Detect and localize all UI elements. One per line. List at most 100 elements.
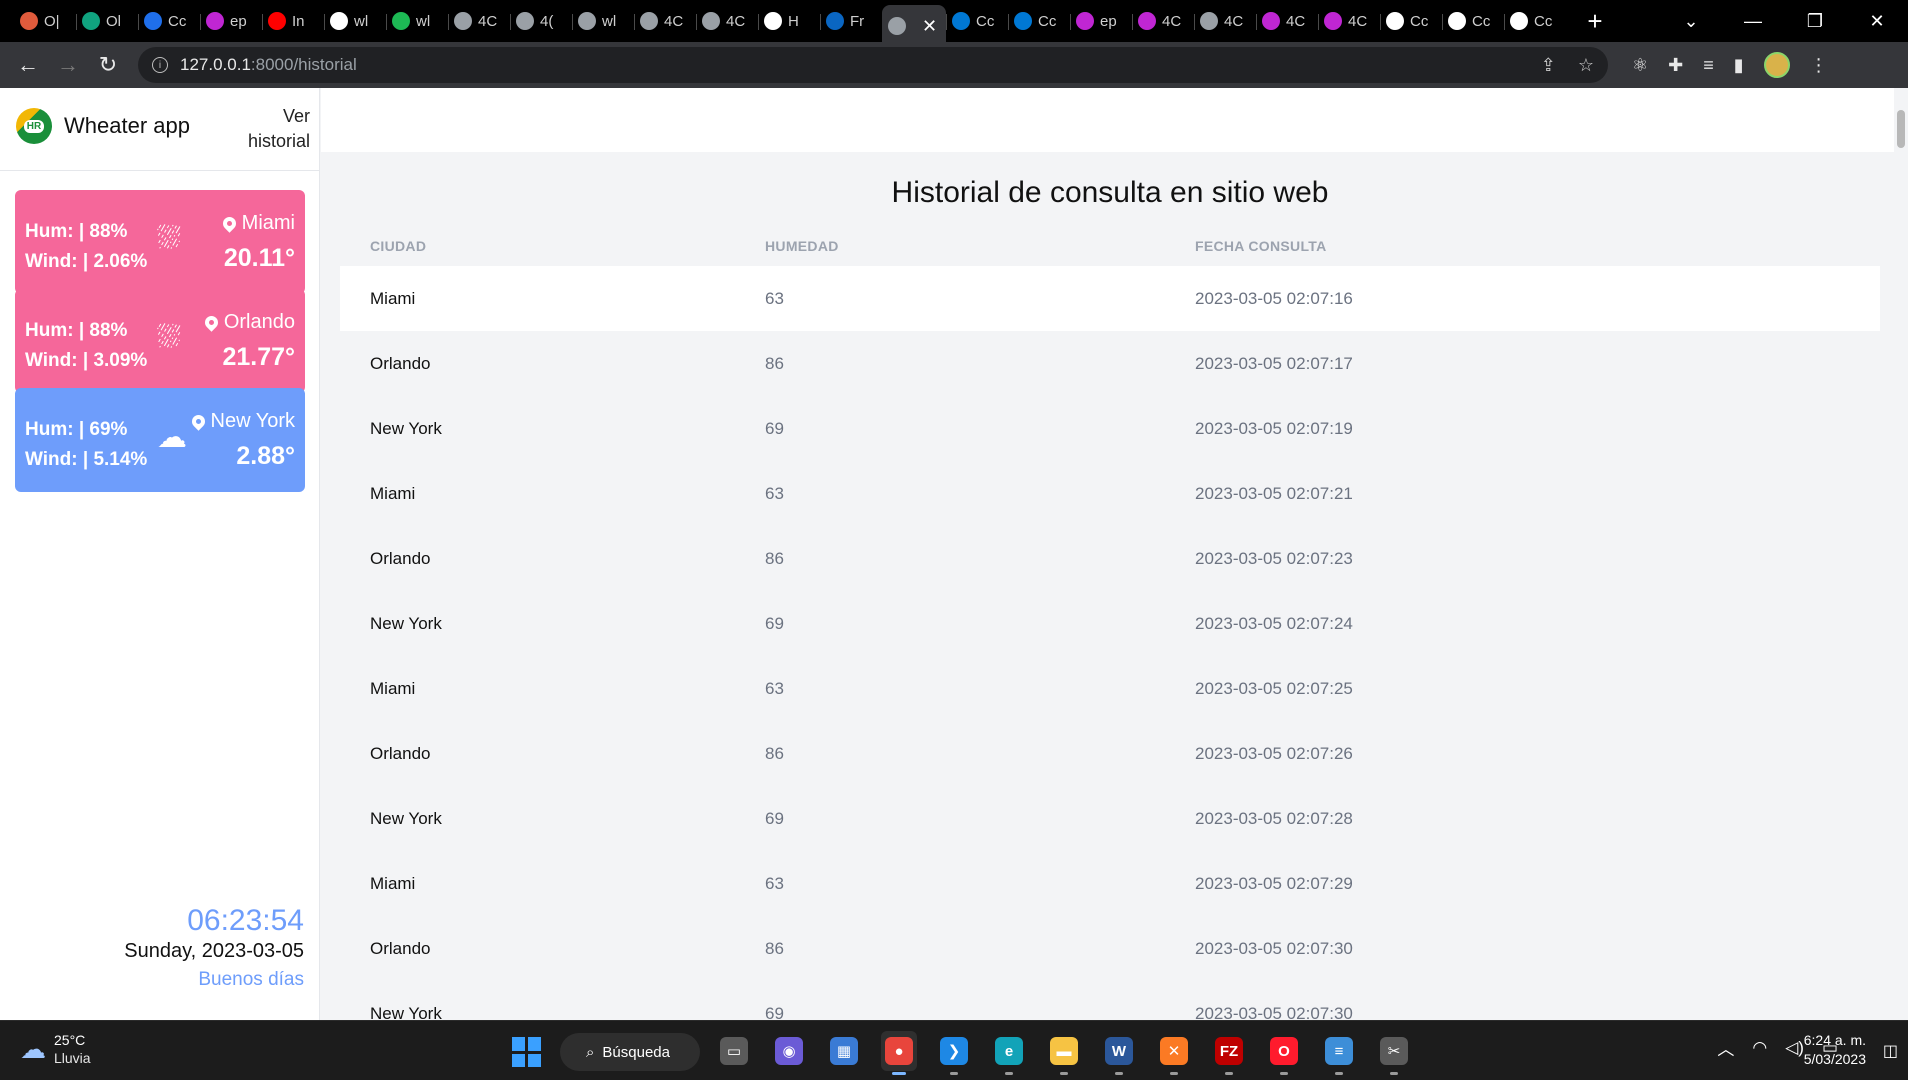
browser-tab[interactable]: 4C (1132, 5, 1194, 37)
taskbar-app[interactable]: ● (881, 1031, 917, 1075)
reload-icon[interactable]: ↻ (88, 52, 128, 78)
cell-city: Orlando (370, 353, 431, 373)
gear-icon (1510, 12, 1528, 30)
taskbar-app[interactable]: W (1101, 1031, 1137, 1075)
taskbar-app[interactable]: ◉ (771, 1031, 807, 1071)
taskbar-app[interactable]: ✂ (1376, 1031, 1412, 1075)
chevron-up-icon[interactable]: ︿ (1717, 1035, 1734, 1060)
browser-tab[interactable]: wl (386, 5, 448, 37)
browser-tab[interactable]: Cc (946, 5, 1008, 37)
browser-tab[interactable]: O| (14, 5, 76, 37)
running-indicator (950, 1072, 958, 1075)
bookmark-star-icon[interactable]: ☆ (1578, 55, 1594, 76)
browser-tab[interactable]: 4C (696, 5, 758, 37)
browser-tab[interactable]: 4C (1194, 5, 1256, 37)
card-city: Orlando (202, 311, 295, 334)
map-pin-icon (219, 214, 239, 233)
forward-icon[interactable]: → (48, 52, 88, 78)
browser-tab[interactable]: wl (324, 5, 386, 37)
browser-tab[interactable]: 4C (1256, 5, 1318, 37)
tab-title: wl (416, 12, 431, 30)
tab-title: Ol (106, 12, 121, 30)
outlook-icon (952, 12, 970, 30)
taskbar-app[interactable]: e (991, 1031, 1027, 1075)
notification-icon[interactable]: ◫ (1883, 1041, 1898, 1061)
tab-search-icon[interactable]: ⌄ (1660, 11, 1722, 32)
table-row: New York 69 2023-03-05 02:07:19 (340, 396, 1880, 461)
browser-tab[interactable]: 4C (634, 5, 696, 37)
profile-avatar[interactable] (1763, 52, 1790, 78)
taskbar-app[interactable]: ✕ (1156, 1031, 1192, 1075)
tab-list: O| Ol Cc ep In wl wl 4C 4(wl 4C 4C H Fr ✕ Cc Cc ep 4C 4C 4C… (0, 0, 1610, 47)
table-row: Orlando 86 2023-03-05 02:07:30 (340, 916, 1880, 981)
cell-date: 2023-03-05 02:07:21 (1195, 483, 1353, 503)
menu-kebab-icon[interactable]: ⋮ (1810, 55, 1828, 76)
browser-tab[interactable]: 4( (510, 5, 572, 37)
browser-tab[interactable]: Ol (76, 5, 138, 37)
side-panel-icon[interactable]: ▮ (1734, 55, 1744, 76)
minimize-icon[interactable]: — (1722, 11, 1784, 32)
taskbar-clock[interactable]: 6:24 a. m. 5/03/2023 (1804, 1031, 1866, 1069)
top-header (321, 88, 1908, 152)
new-tab-icon[interactable]: + (1580, 6, 1610, 37)
page-scrollbar[interactable] (1894, 88, 1908, 1020)
restore-icon[interactable]: ❐ (1784, 11, 1846, 32)
browser-tab[interactable]: ✕ (882, 5, 946, 47)
taskbar-search[interactable]: ⌕ Búsqueda (560, 1033, 700, 1071)
brand[interactable]: HR Wheater app (16, 108, 190, 144)
site-info-icon[interactable]: i (152, 57, 168, 73)
extensions-icon[interactable]: ✚ (1668, 55, 1683, 76)
browser-tab[interactable]: H (758, 5, 820, 37)
tab-title: 4C (726, 12, 746, 30)
cell-date: 2023-03-05 02:07:30 (1195, 1003, 1353, 1021)
browser-tab[interactable]: Cc (138, 5, 200, 37)
cell-city: New York (370, 808, 442, 828)
wifi-icon[interactable]: ◠ (1752, 1038, 1767, 1058)
taskbar-app[interactable]: ≡ (1321, 1031, 1357, 1075)
media-control-icon[interactable]: ≡ (1703, 55, 1714, 76)
card-stats: Hum: | 88% Wind: | 3.09% (25, 316, 147, 376)
browser-tab[interactable]: Cc (1008, 5, 1070, 37)
browser-tab[interactable]: wl (572, 5, 634, 37)
weather-card[interactable]: Hum: | 88% Wind: | 3.09% ⛆ Orlando 21.77° (15, 289, 305, 393)
history-link[interactable]: Ver historial (222, 104, 310, 154)
taskbar-app[interactable]: ▬ (1046, 1031, 1082, 1075)
close-window-icon[interactable]: ✕ (1846, 11, 1908, 32)
browser-tab[interactable]: 4C (448, 5, 510, 37)
back-icon[interactable]: ← (8, 52, 48, 78)
browser-tab[interactable]: Cc (1504, 5, 1566, 37)
running-indicator (1280, 1072, 1288, 1075)
card-wind: Wind: | 5.14% (25, 449, 148, 470)
cell-city: Miami (370, 288, 416, 308)
card-city: New York (188, 410, 295, 433)
browser-tab[interactable]: Cc (1380, 5, 1442, 37)
volume-icon[interactable]: ◁) (1785, 1038, 1804, 1058)
browser-toolbar: ← → ↻ i 127.0.0.1:8000/historial ⇪ ☆ ⚛ ✚… (0, 42, 1908, 88)
taskbar-app[interactable]: ▦ (826, 1031, 862, 1071)
browser-tab[interactable]: Cc (1442, 5, 1504, 37)
weather-card[interactable]: Hum: | 69% Wind: | 5.14% ☁ New York 2.88° (15, 388, 305, 492)
rain-cloud-icon: ⛆ (157, 321, 181, 354)
cell-city: Miami (370, 483, 416, 503)
cell-city: Miami (370, 873, 416, 893)
taskbar-app[interactable]: ❯ (936, 1031, 972, 1075)
browser-tab[interactable]: Fr (820, 5, 882, 37)
close-tab-icon[interactable]: ✕ (922, 16, 937, 37)
weather-widget[interactable]: ☁ 25°C Lluvia (20, 1031, 91, 1067)
react-devtools-icon[interactable]: ⚛ (1632, 55, 1648, 76)
scrollbar-thumb[interactable] (1897, 110, 1905, 148)
share-icon[interactable]: ⇪ (1541, 55, 1556, 76)
start-button[interactable] (512, 1037, 542, 1067)
browser-tab[interactable]: ep (1070, 5, 1132, 37)
infinity-icon (206, 12, 224, 30)
weather-card[interactable]: Hum: | 88% Wind: | 2.06% ⛆ Miami 20.11° (15, 190, 305, 294)
taskbar-app[interactable]: O (1266, 1031, 1302, 1075)
taskbar-app[interactable]: ▭ (716, 1031, 752, 1071)
address-bar[interactable]: i 127.0.0.1:8000/historial ⇪ ☆ (138, 47, 1608, 83)
browser-tab[interactable]: In (262, 5, 324, 37)
browser-tab[interactable]: ep (200, 5, 262, 37)
store-icon: ▦ (830, 1037, 858, 1065)
browser-tab[interactable]: 4C (1318, 5, 1380, 37)
taskbar-app[interactable]: FZ (1211, 1031, 1247, 1075)
github-icon (330, 12, 348, 30)
